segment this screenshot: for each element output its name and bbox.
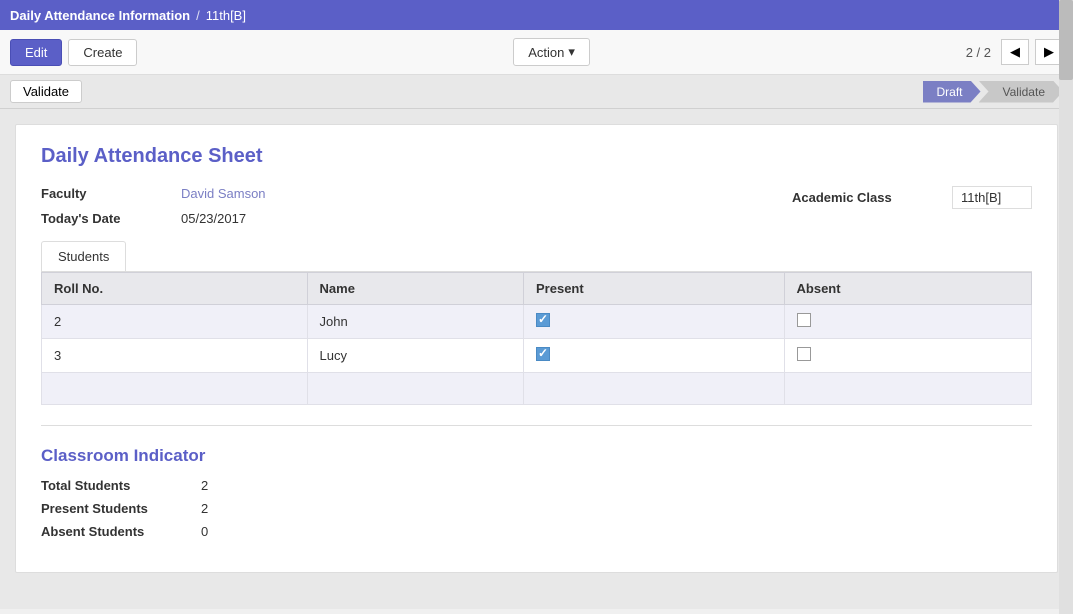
col-name: Name <box>307 273 523 305</box>
students-table: Roll No. Name Present Absent 2John3Lucy <box>41 272 1032 405</box>
date-value: 05/23/2017 <box>181 211 246 226</box>
academic-class-value: 11th[B] <box>952 186 1032 209</box>
academic-class-field: Academic Class 11th[B] <box>792 186 1032 209</box>
cell-name: Lucy <box>307 339 523 373</box>
academic-class-label: Academic Class <box>792 190 952 205</box>
divider <box>41 425 1032 426</box>
breadcrumb-separator: / <box>196 8 200 23</box>
step-validate: Validate <box>979 81 1063 103</box>
main-content: Daily Attendance Sheet Faculty David Sam… <box>0 109 1073 609</box>
absent-students-row: Absent Students 0 <box>41 524 1032 539</box>
faculty-label: Faculty <box>41 186 181 201</box>
validate-button[interactable]: Validate <box>10 80 82 103</box>
table-row: 3Lucy <box>42 339 1032 373</box>
indicator-title: Classroom Indicator <box>41 446 1032 466</box>
tab-list: Students <box>41 241 1032 272</box>
present-students-row: Present Students 2 <box>41 501 1032 516</box>
table-row: 2John <box>42 305 1032 339</box>
tabs: Students Roll No. Name Present Absent 2J… <box>41 241 1032 405</box>
status-bar: Validate Draft Validate <box>0 75 1073 109</box>
cell-roll: 2 <box>42 305 308 339</box>
breadcrumb-main[interactable]: Daily Attendance Information <box>10 8 190 23</box>
attendance-card: Daily Attendance Sheet Faculty David Sam… <box>15 124 1058 573</box>
present-checkbox[interactable] <box>536 347 550 361</box>
col-absent: Absent <box>784 273 1031 305</box>
present-checkbox[interactable] <box>536 313 550 327</box>
col-present: Present <box>524 273 785 305</box>
form-section: Faculty David Samson Today's Date 05/23/… <box>41 186 1032 226</box>
cell-present <box>524 305 785 339</box>
absent-checkbox[interactable] <box>797 347 811 361</box>
absent-label: Absent Students <box>41 524 201 539</box>
action-button[interactable]: Action ▾ <box>513 38 590 66</box>
total-label: Total Students <box>41 478 201 493</box>
form-col-right: Academic Class 11th[B] <box>792 186 1032 226</box>
top-bar: Daily Attendance Information / 11th[B] <box>0 0 1073 30</box>
total-value: 2 <box>201 478 208 493</box>
pagination-info: 2 / 2 <box>966 45 991 60</box>
breadcrumb-sub[interactable]: 11th[B] <box>206 8 246 23</box>
tab-students[interactable]: Students <box>41 241 126 271</box>
table-empty-row <box>42 373 1032 405</box>
faculty-value[interactable]: David Samson <box>181 186 266 201</box>
classroom-indicator: Classroom Indicator Total Students 2 Pre… <box>41 446 1032 539</box>
col-roll: Roll No. <box>42 273 308 305</box>
cell-present <box>524 339 785 373</box>
workflow-steps: Draft Validate <box>923 81 1064 103</box>
faculty-field: Faculty David Samson <box>41 186 266 201</box>
date-label: Today's Date <box>41 211 181 226</box>
action-dropdown-icon: ▾ <box>568 44 575 60</box>
card-title: Daily Attendance Sheet <box>41 145 1032 168</box>
scrollbar-track[interactable] <box>1059 0 1073 614</box>
step-draft: Draft <box>923 81 981 103</box>
toolbar: Edit Create Action ▾ 2 / 2 ◀ ▶ <box>0 30 1073 75</box>
prev-button[interactable]: ◀ <box>1001 39 1029 65</box>
scrollbar-thumb[interactable] <box>1059 0 1073 80</box>
total-students-row: Total Students 2 <box>41 478 1032 493</box>
action-label: Action <box>528 45 564 60</box>
present-label: Present Students <box>41 501 201 516</box>
absent-checkbox[interactable] <box>797 313 811 327</box>
cell-absent <box>784 305 1031 339</box>
form-col-left: Faculty David Samson Today's Date 05/23/… <box>41 186 266 226</box>
absent-value: 0 <box>201 524 208 539</box>
edit-button[interactable]: Edit <box>10 39 62 66</box>
cell-roll: 3 <box>42 339 308 373</box>
create-button[interactable]: Create <box>68 39 137 66</box>
date-field: Today's Date 05/23/2017 <box>41 211 266 226</box>
cell-name: John <box>307 305 523 339</box>
cell-absent <box>784 339 1031 373</box>
present-value: 2 <box>201 501 208 516</box>
